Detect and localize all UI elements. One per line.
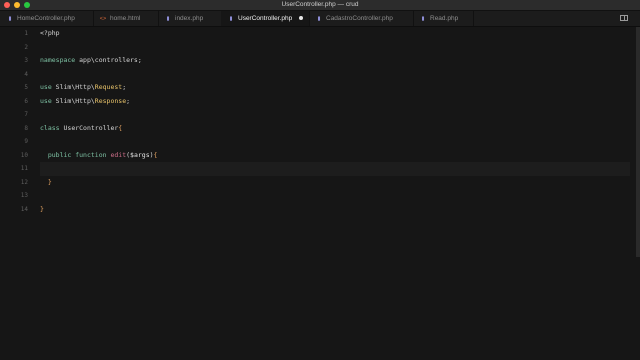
- line-number: 5: [24, 84, 28, 91]
- class-declaration-name: UserController: [59, 123, 119, 132]
- line-number: 2: [24, 43, 28, 51]
- public-keyword: public: [47, 150, 72, 159]
- argument-variable: $args: [130, 150, 150, 159]
- line-number: 7: [24, 111, 28, 118]
- code-line-6: use Slim\Http\Response;: [40, 95, 630, 109]
- use-keyword: use: [40, 96, 52, 105]
- line-number: 11: [20, 165, 28, 172]
- tab-cadastrocontroller[interactable]: ▮ CadastroController.php: [309, 11, 414, 26]
- line-number: 12: [20, 178, 28, 186]
- code-line-10: public function edit($args){: [40, 149, 630, 163]
- php-icon: ▮: [166, 16, 170, 22]
- php-icon: ▮: [317, 16, 321, 22]
- code-line-1: <?php: [40, 27, 630, 41]
- code-line-8: class UserController{: [40, 122, 630, 136]
- php-icon: ▮: [229, 16, 233, 22]
- tab-label: UserController.php: [238, 15, 293, 22]
- code-line-11-current[interactable]: [40, 162, 630, 176]
- tab-label: CadastroController.php: [326, 15, 393, 22]
- class-name: Request: [94, 83, 123, 91]
- tab-label: Read.php: [430, 15, 459, 22]
- line-number: 6: [24, 97, 28, 105]
- class-name: Response: [94, 96, 127, 105]
- line-number: 8: [24, 124, 28, 132]
- use-namespace: Slim\Http\: [51, 83, 95, 91]
- unsaved-changes-dot[interactable]: [299, 16, 303, 20]
- tab-label: index.php: [175, 15, 204, 22]
- tab-label: home.html: [110, 15, 141, 22]
- open-brace: {: [118, 123, 123, 132]
- code-line-3: namespace app\controllers;: [40, 54, 630, 68]
- open-brace: {: [153, 150, 158, 159]
- code-editor[interactable]: <?php namespace app\controllers; use Sli…: [40, 27, 630, 360]
- tab-bar: ▮ HomeController.php <> home.html ▮ index.p…: [0, 11, 640, 27]
- function-name: edit: [106, 150, 127, 159]
- line-number: 1: [24, 30, 28, 37]
- tab-home-html[interactable]: <> home.html: [93, 11, 159, 26]
- line-number: 10: [20, 151, 28, 159]
- semicolon: ;: [122, 83, 127, 91]
- line-number: 13: [20, 192, 28, 199]
- tab-usercontroller[interactable]: ▮ UserController.php: [221, 11, 310, 26]
- code-line-14: }: [40, 203, 630, 217]
- tab-homecontroller[interactable]: ▮ HomeController.php: [0, 11, 94, 26]
- namespace-name: app\controllers;: [75, 56, 142, 64]
- line-number: 4: [24, 70, 28, 78]
- line-number: 14: [20, 205, 28, 213]
- tab-read-php[interactable]: ▮ Read.php: [413, 11, 474, 26]
- line-number: 9: [24, 138, 28, 145]
- line-number-gutter: 1 2 3 4 5 6 7 8 9 10 11 12 13 14: [0, 27, 36, 360]
- tab-label: HomeController.php: [17, 15, 75, 22]
- php-open-tag: <?php: [40, 29, 60, 37]
- line-number: 3: [24, 57, 28, 64]
- window-title: UserController.php — crud: [281, 1, 359, 8]
- close-brace: }: [47, 177, 52, 186]
- php-icon: ▮: [8, 16, 12, 22]
- use-keyword: use: [40, 83, 52, 91]
- function-keyword: function: [71, 150, 107, 159]
- class-keyword: class: [40, 123, 60, 132]
- semicolon: ;: [126, 96, 131, 105]
- namespace-keyword: namespace: [40, 56, 76, 64]
- vertical-scrollbar[interactable]: [636, 27, 640, 257]
- html-icon: <>: [99, 16, 107, 22]
- code-line-5: use Slim\Http\Request;: [40, 81, 630, 95]
- use-namespace: Slim\Http\: [51, 96, 95, 105]
- tab-index-php[interactable]: ▮ index.php: [158, 11, 222, 26]
- close-brace: }: [40, 204, 44, 213]
- title-bar: UserController.php — crud: [0, 0, 640, 11]
- code-line-12: }: [40, 176, 630, 190]
- split-editor-icon[interactable]: [620, 15, 628, 21]
- php-icon: ▮: [421, 16, 425, 22]
